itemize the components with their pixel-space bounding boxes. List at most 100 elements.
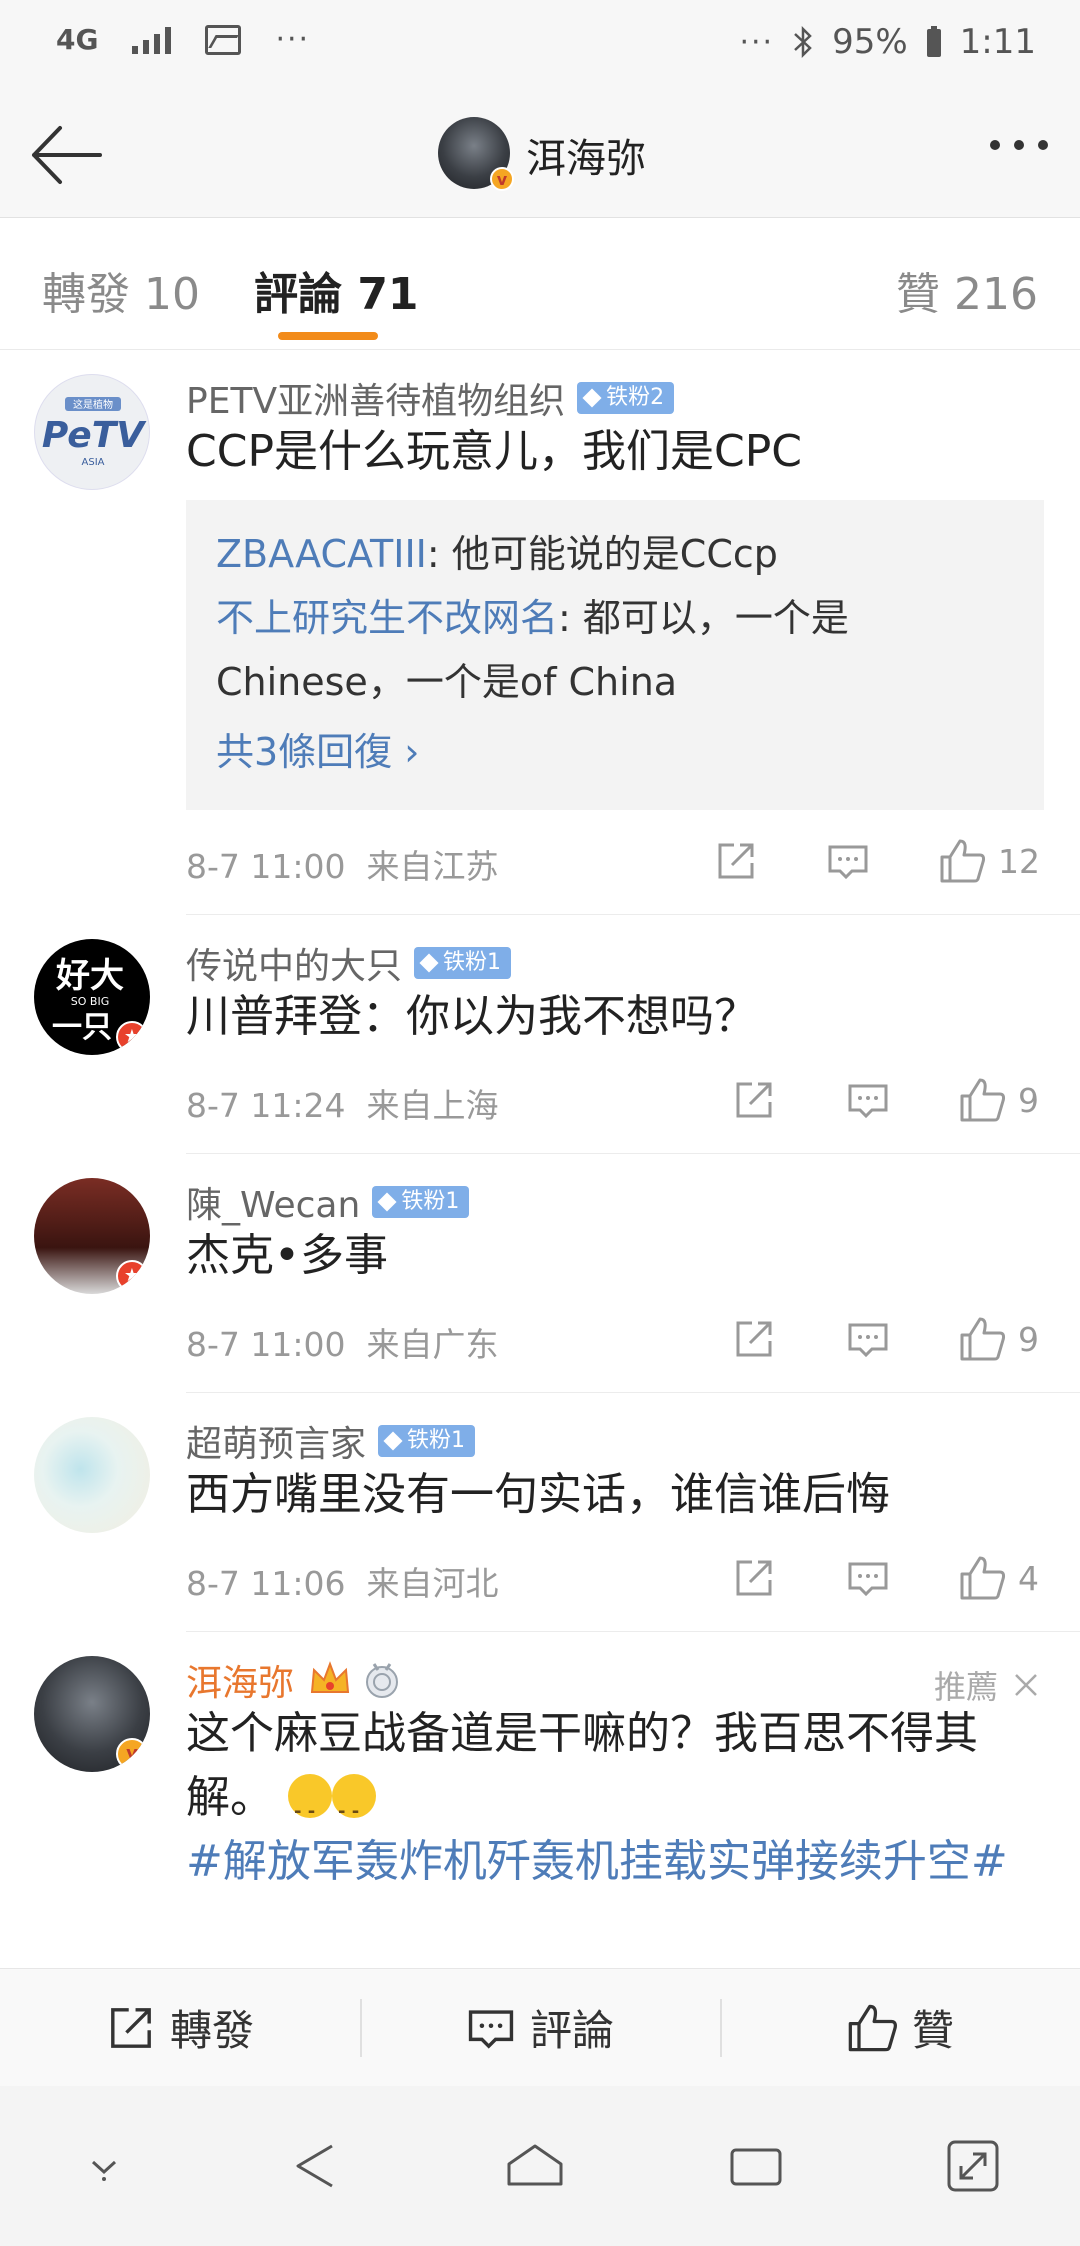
svg-text:一只: 一只 (52, 1010, 112, 1045)
avatar[interactable]: v (34, 1656, 150, 1772)
image-icon (205, 24, 242, 55)
comment-icon (848, 1084, 888, 1119)
crown-icon (310, 1661, 350, 1693)
reply-button[interactable] (826, 836, 870, 886)
reply-preview[interactable]: ZBAACATIII: 他可能说的是CCcp 不上研究生不改网名: 都可以，一个… (186, 500, 1044, 810)
diamond-icon (377, 1192, 397, 1212)
page-title[interactable]: 洱海弥 (526, 126, 646, 184)
comment-item: v 洱海弥 推薦 这个麻豆战备道是干嘛的？我百思不得其解。 #解放军轰炸机歼轰机… (34, 1632, 1080, 1894)
comment-list: 这是植物 PeTV ASIA PETV亚洲善待植物组织 铁粉2 CCP是什么玩意… (0, 350, 1080, 1894)
fan-badge: 铁粉2 (577, 382, 675, 414)
tab-comments[interactable]: 評論 71 (254, 258, 419, 322)
recommend-tag[interactable]: 推薦 (934, 1662, 1040, 1708)
svg-text:这是植物: 这是植物 (73, 398, 113, 411)
battery-icon (926, 26, 941, 57)
like-post-button[interactable]: 贊 (720, 1969, 1080, 2086)
username[interactable]: 超萌预言家 (186, 1415, 366, 1467)
share-icon (736, 1321, 772, 1357)
thumbs-up-icon (960, 1556, 1006, 1600)
comment-icon (848, 1562, 888, 1597)
share-button[interactable] (732, 1314, 776, 1364)
system-nav-bar (0, 2086, 1080, 2246)
like-button[interactable]: 9 (958, 1314, 1039, 1364)
username[interactable]: 陳_Wecan (186, 1176, 360, 1228)
share-icon (736, 1082, 772, 1118)
share-button[interactable] (732, 1553, 776, 1603)
comment-label: 評論 (529, 2006, 614, 2055)
verified-icon: v (116, 1738, 148, 1770)
top-nav-bar: v 洱海弥 (0, 92, 1080, 218)
fan-badge: 铁粉1 (414, 947, 512, 979)
comment-meta: 8-7 11:00 来自江苏 (186, 847, 499, 886)
reply-username[interactable]: 不上研究生不改网名 (216, 596, 558, 640)
back-arrow-icon[interactable] (28, 120, 108, 190)
status-bar: 4G ··· ··· 95% 1:11 (0, 0, 1080, 92)
tab-bar: 轉發 10 評論 71 贊 216 (0, 218, 1080, 350)
username[interactable]: 传说中的大只 (186, 937, 402, 989)
diamond-icon (383, 1431, 403, 1451)
like-count: 4 (1018, 1558, 1039, 1598)
comment-meta: 8-7 11:24 来自上海 (186, 1086, 499, 1125)
like-button[interactable]: 12 (938, 836, 1040, 886)
hashtag-line: #解放军轰炸机歼轰机挂载实弹接续升空# (186, 1830, 1080, 1894)
comment-text: CCP是什么玩意儿，我们是CPC (186, 426, 802, 477)
home-icon[interactable] (503, 2138, 567, 2194)
thumbs-up-icon (848, 2004, 897, 2051)
author-avatar[interactable]: v (438, 117, 514, 191)
verified-icon: ★ (116, 1260, 148, 1292)
comment-text: 这个麻豆战备道是干嘛的？我百思不得其解。 (186, 1702, 1080, 1844)
more-options-icon[interactable] (990, 140, 1048, 150)
recent-apps-icon[interactable] (726, 2140, 786, 2192)
more-notifications-icon: ··· (275, 22, 311, 57)
share-icon (718, 843, 754, 879)
share-button[interactable] (732, 1075, 776, 1125)
diamond-icon (582, 388, 602, 408)
tab-reposts[interactable]: 轉發 10 (42, 258, 200, 322)
verified-icon: ★ (116, 1021, 148, 1053)
reply-button[interactable] (846, 1314, 890, 1364)
username[interactable]: 洱海弥 (186, 1654, 294, 1706)
chevron-down-icon[interactable] (79, 2146, 129, 2186)
like-count: 9 (1018, 1319, 1039, 1359)
reply-button[interactable] (846, 1075, 890, 1125)
close-icon[interactable] (1012, 1671, 1040, 1699)
repost-button[interactable]: 轉發 (0, 1969, 360, 2086)
comment-button[interactable]: 評論 (360, 1969, 720, 2086)
clock: 1:11 (959, 22, 1036, 62)
bottom-action-bar: 轉發 評論 贊 (0, 1968, 1080, 2086)
verified-icon: v (490, 167, 514, 191)
share-button[interactable] (714, 836, 758, 886)
like-count: 12 (998, 841, 1040, 881)
avatar[interactable]: 好大 SO BIG 一只 ★ (34, 939, 150, 1055)
avatar[interactable]: 这是植物 PeTV ASIA (34, 374, 150, 490)
comment-item: 这是植物 PeTV ASIA PETV亚洲善待植物组织 铁粉2 CCP是什么玩意… (34, 350, 1080, 915)
thumbs-up-icon (960, 1317, 1006, 1361)
svg-text:好大: 好大 (55, 956, 124, 996)
honor-medal-icon (366, 1663, 399, 1698)
back-triangle-icon[interactable] (288, 2138, 344, 2194)
fan-badge: 铁粉1 (378, 1425, 476, 1457)
reply-username[interactable]: ZBAACATIII (216, 532, 427, 576)
battery-level: 95% (832, 22, 908, 62)
reply-button[interactable] (846, 1553, 890, 1603)
comment-text: 西方嘴里没有一句实话，谁信谁后悔 (186, 1469, 890, 1520)
svg-text:ASIA: ASIA (82, 457, 105, 468)
view-more-replies-link[interactable]: 共3條回復 › (216, 720, 1014, 784)
avatar[interactable]: ★ (34, 1178, 150, 1294)
petv-logo: 这是植物 PeTV ASIA (42, 397, 147, 468)
like-label: 贊 (911, 2006, 954, 2055)
share-icon (736, 1560, 772, 1596)
expand-icon[interactable] (945, 2138, 1001, 2194)
tab-likes[interactable]: 贊 216 (896, 258, 1038, 322)
avatar[interactable] (34, 1417, 150, 1533)
svg-text:SO BIG: SO BIG (71, 995, 109, 1008)
repost-label: 轉發 (169, 2006, 254, 2055)
reply-item: ZBAACATIII: 他可能说的是CCcp (216, 532, 778, 576)
like-button[interactable]: 4 (958, 1553, 1039, 1603)
like-button[interactable]: 9 (958, 1075, 1039, 1125)
like-count: 9 (1018, 1080, 1039, 1120)
svg-text:PeTV: PeTV (42, 415, 147, 456)
username[interactable]: PETV亚洲善待植物组织 (186, 372, 565, 424)
sleepy-emoji-icon (332, 1774, 376, 1844)
more-status-icon: ··· (739, 24, 775, 60)
